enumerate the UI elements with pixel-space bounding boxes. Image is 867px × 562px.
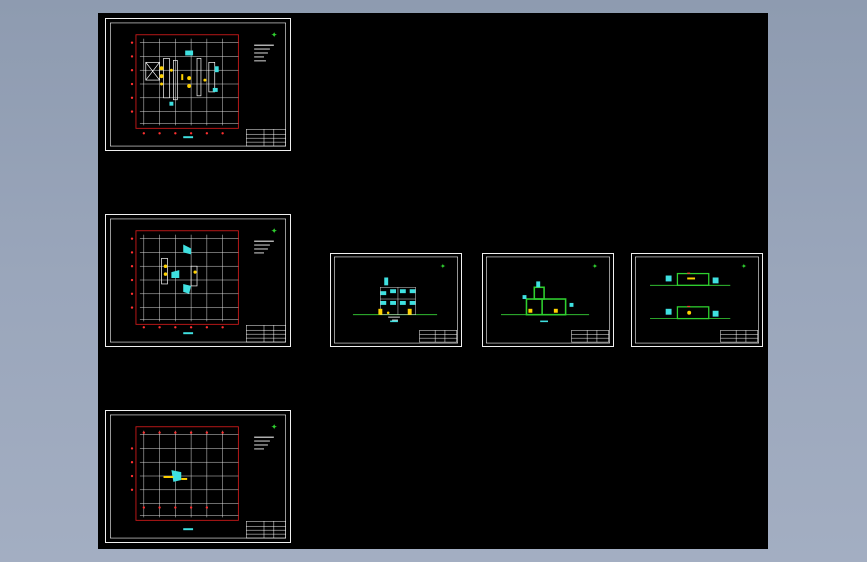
svg-text:✦: ✦	[592, 263, 598, 271]
sheet-elevation-1[interactable]: ✦	[330, 253, 462, 347]
svg-text:✦: ✦	[271, 31, 278, 40]
svg-text:✦: ✦	[741, 263, 747, 271]
elevation-1-drawing: ✦	[334, 256, 458, 344]
sheet-plan-3[interactable]: ✦	[105, 410, 291, 543]
elevation-2-drawing: ✦	[486, 256, 610, 344]
sheet-plan-2[interactable]: ✦	[105, 214, 291, 347]
plan-3-drawing: ✦	[110, 414, 286, 539]
plan-2-drawing: ✦	[110, 218, 286, 343]
svg-text:✦: ✦	[440, 263, 446, 271]
sheet-plan-1[interactable]: ✦	[105, 18, 291, 151]
svg-text:✦: ✦	[271, 227, 278, 236]
plan-1-drawing: ✦	[110, 22, 286, 147]
drawing-canvas[interactable]: ✦ ✦ ✦ ✦ ✦ ✦	[98, 13, 768, 549]
sheet-elevation-2[interactable]: ✦	[482, 253, 614, 347]
section-1-drawing: ✦	[635, 256, 759, 344]
sheet-section-1[interactable]: ✦	[631, 253, 763, 347]
svg-text:✦: ✦	[271, 423, 278, 432]
